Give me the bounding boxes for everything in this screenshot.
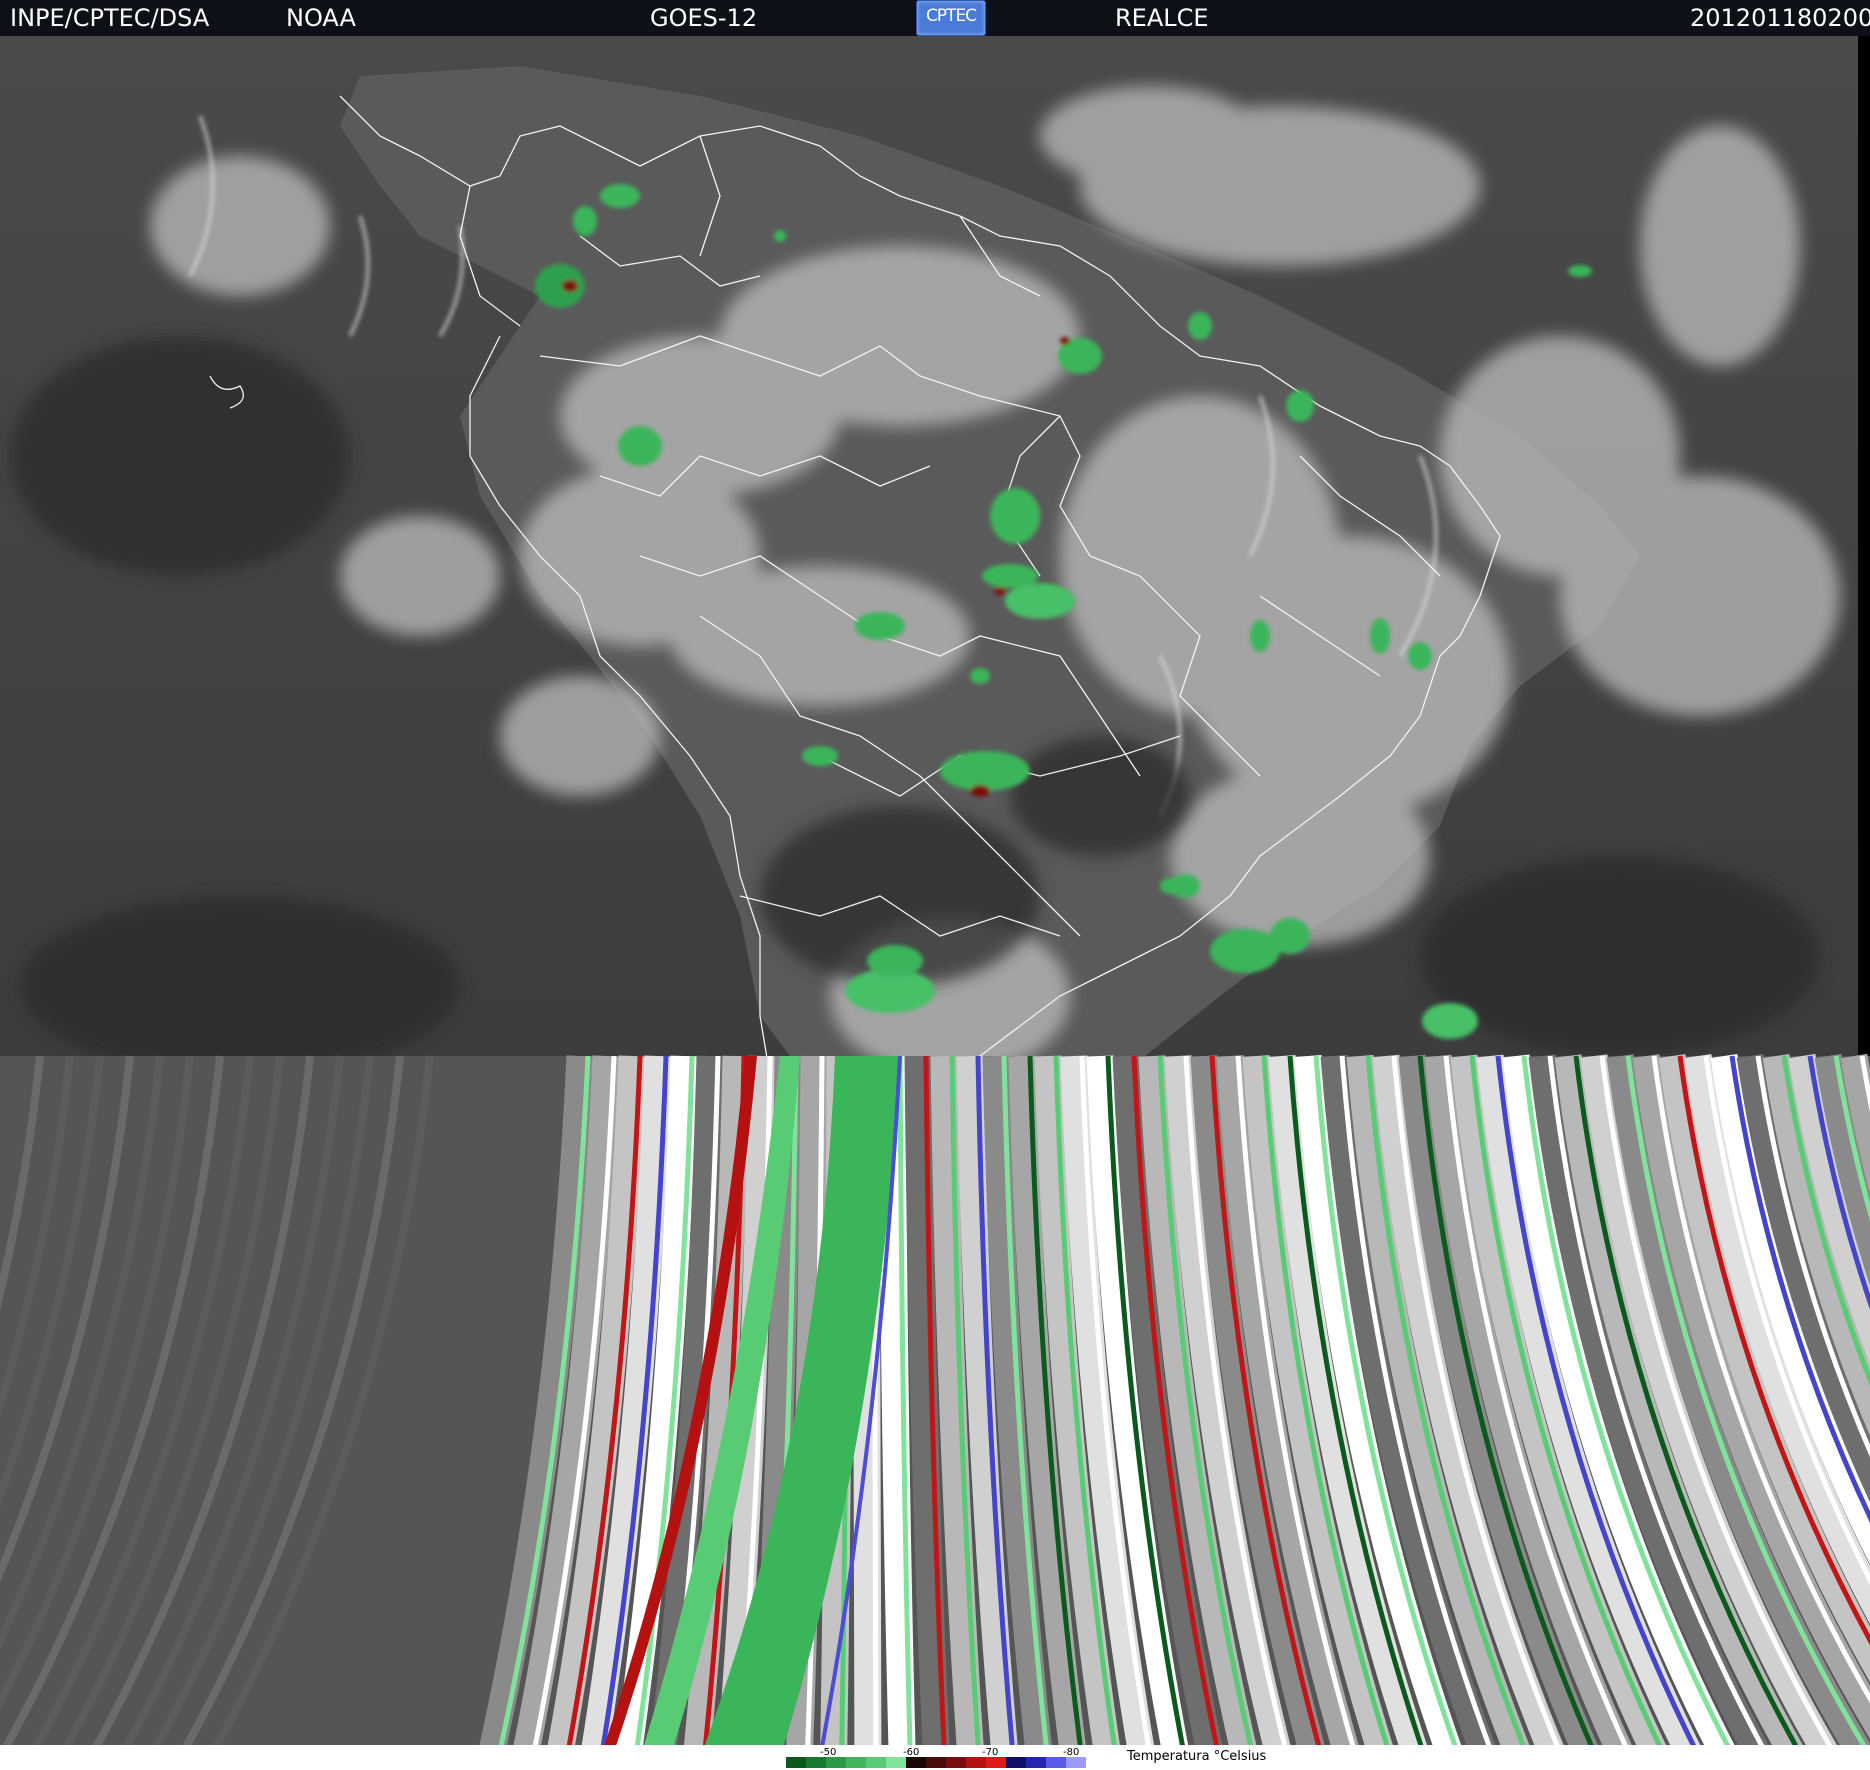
agency-label: INPE/CPTEC/DSA [10,4,210,32]
legend-swatch [806,1757,826,1768]
legend-swatch [1026,1757,1046,1768]
temperature-legend: -50 -60 -70 -80 [0,1745,1870,1770]
timestamp-label: 201201180200 [1690,4,1870,32]
legend-swatch [906,1757,926,1768]
legend-swatch [1006,1757,1026,1768]
legend-tick-60: -60 [903,1747,919,1758]
legend-swatch [886,1757,906,1768]
legend-swatch [966,1757,986,1768]
legend-swatch [1066,1757,1086,1768]
header-bar: INPE/CPTEC/DSA NOAA GOES-12 CPTEC REALCE… [0,0,1870,36]
legend-tick-80: -80 [1063,1747,1079,1758]
right-space [1858,36,1870,1096]
legend-tick-70: -70 [982,1747,998,1758]
legend-swatches [786,1757,1086,1768]
satellite-label: GOES-12 [650,4,758,32]
product-label: REALCE [1115,4,1209,32]
legend-colorbar: -50 -60 -70 -80 [786,1747,1086,1768]
legend-swatch [866,1757,886,1768]
cptec-logo: CPTEC [916,0,986,36]
legend-swatch [786,1757,806,1768]
legend-swatch [1046,1757,1066,1768]
legend-swatch [946,1757,966,1768]
legend-swatch [826,1757,846,1768]
legend-title: Temperatura °Celsius [1127,1749,1267,1764]
legend-swatch [926,1757,946,1768]
legend-swatch [986,1757,1006,1768]
source-label: NOAA [286,4,356,32]
legend-swatch [846,1757,866,1768]
legend-tick-50: -50 [820,1747,836,1758]
satellite-image [0,36,1870,1758]
logo-text: CPTEC [925,6,977,26]
